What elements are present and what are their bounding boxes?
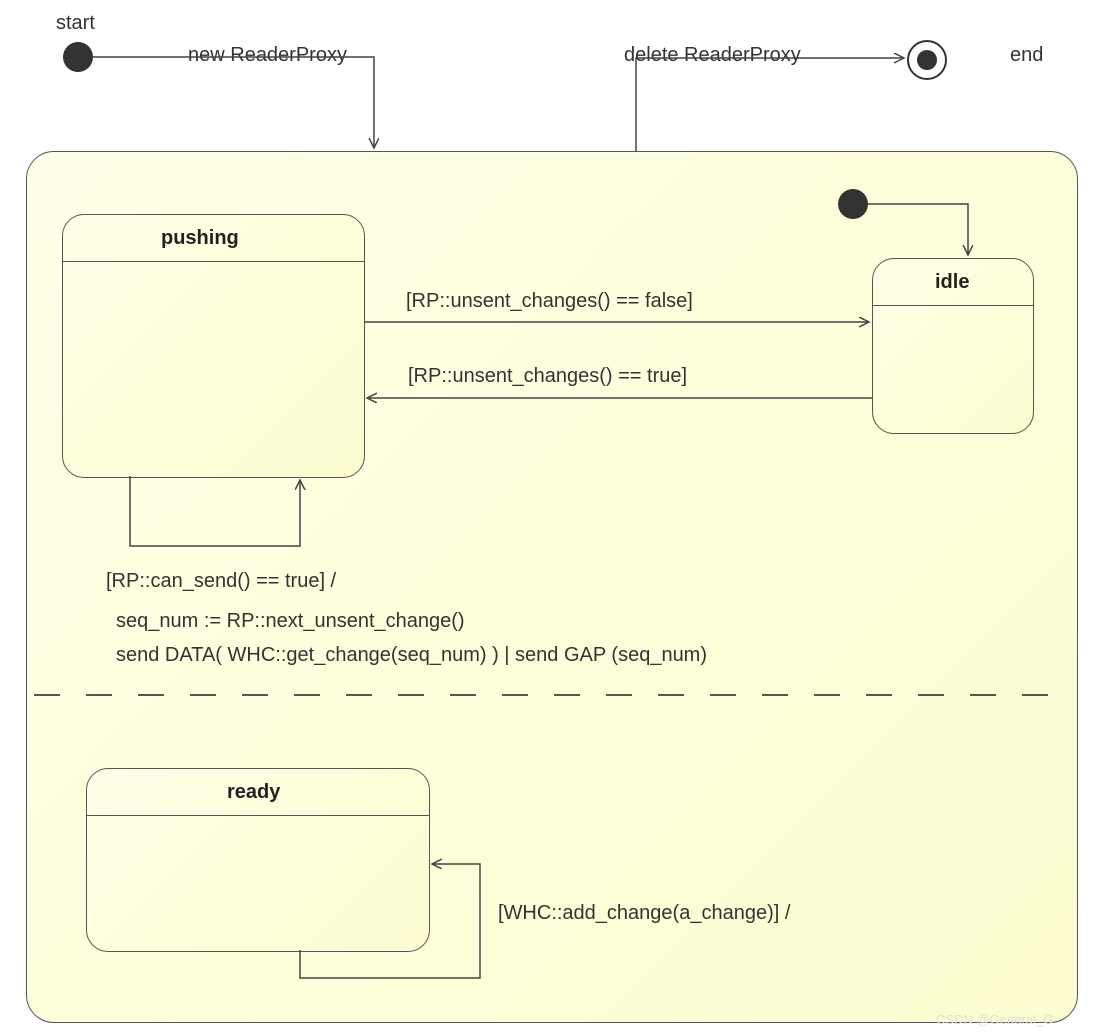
- initial-node-start: [63, 42, 93, 72]
- watermark: CSDN @General_G: [936, 1012, 1053, 1027]
- final-node: [907, 40, 947, 80]
- state-idle-title: idle: [935, 271, 969, 294]
- transition-pushing-self-guard: [RP::can_send() == true] /: [106, 570, 336, 593]
- state-ready-title: ready: [227, 781, 280, 804]
- transition-delete-readerproxy: delete ReaderProxy: [624, 44, 801, 67]
- state-diagram: start new ReaderProxy delete ReaderProxy…: [0, 0, 1101, 1035]
- state-pushing: pushing: [62, 214, 365, 478]
- transition-pushing-self-action2: send DATA( WHC::get_change(seq_num) ) | …: [116, 644, 707, 667]
- start-label: start: [56, 12, 95, 35]
- initial-node-inner: [838, 189, 868, 219]
- transition-pushing-self-action1: seq_num := RP::next_unsent_change(): [116, 610, 465, 633]
- transition-idle-to-pushing: [RP::unsent_changes() == true]: [408, 365, 687, 388]
- transition-new-readerproxy: new ReaderProxy: [188, 44, 347, 67]
- transition-ready-self: [WHC::add_change(a_change)] /: [498, 902, 790, 925]
- transition-pushing-to-idle: [RP::unsent_changes() == false]: [406, 290, 693, 313]
- state-ready: ready: [86, 768, 430, 952]
- state-idle: idle: [872, 258, 1034, 434]
- end-label: end: [1010, 44, 1043, 67]
- state-pushing-title: pushing: [161, 227, 239, 250]
